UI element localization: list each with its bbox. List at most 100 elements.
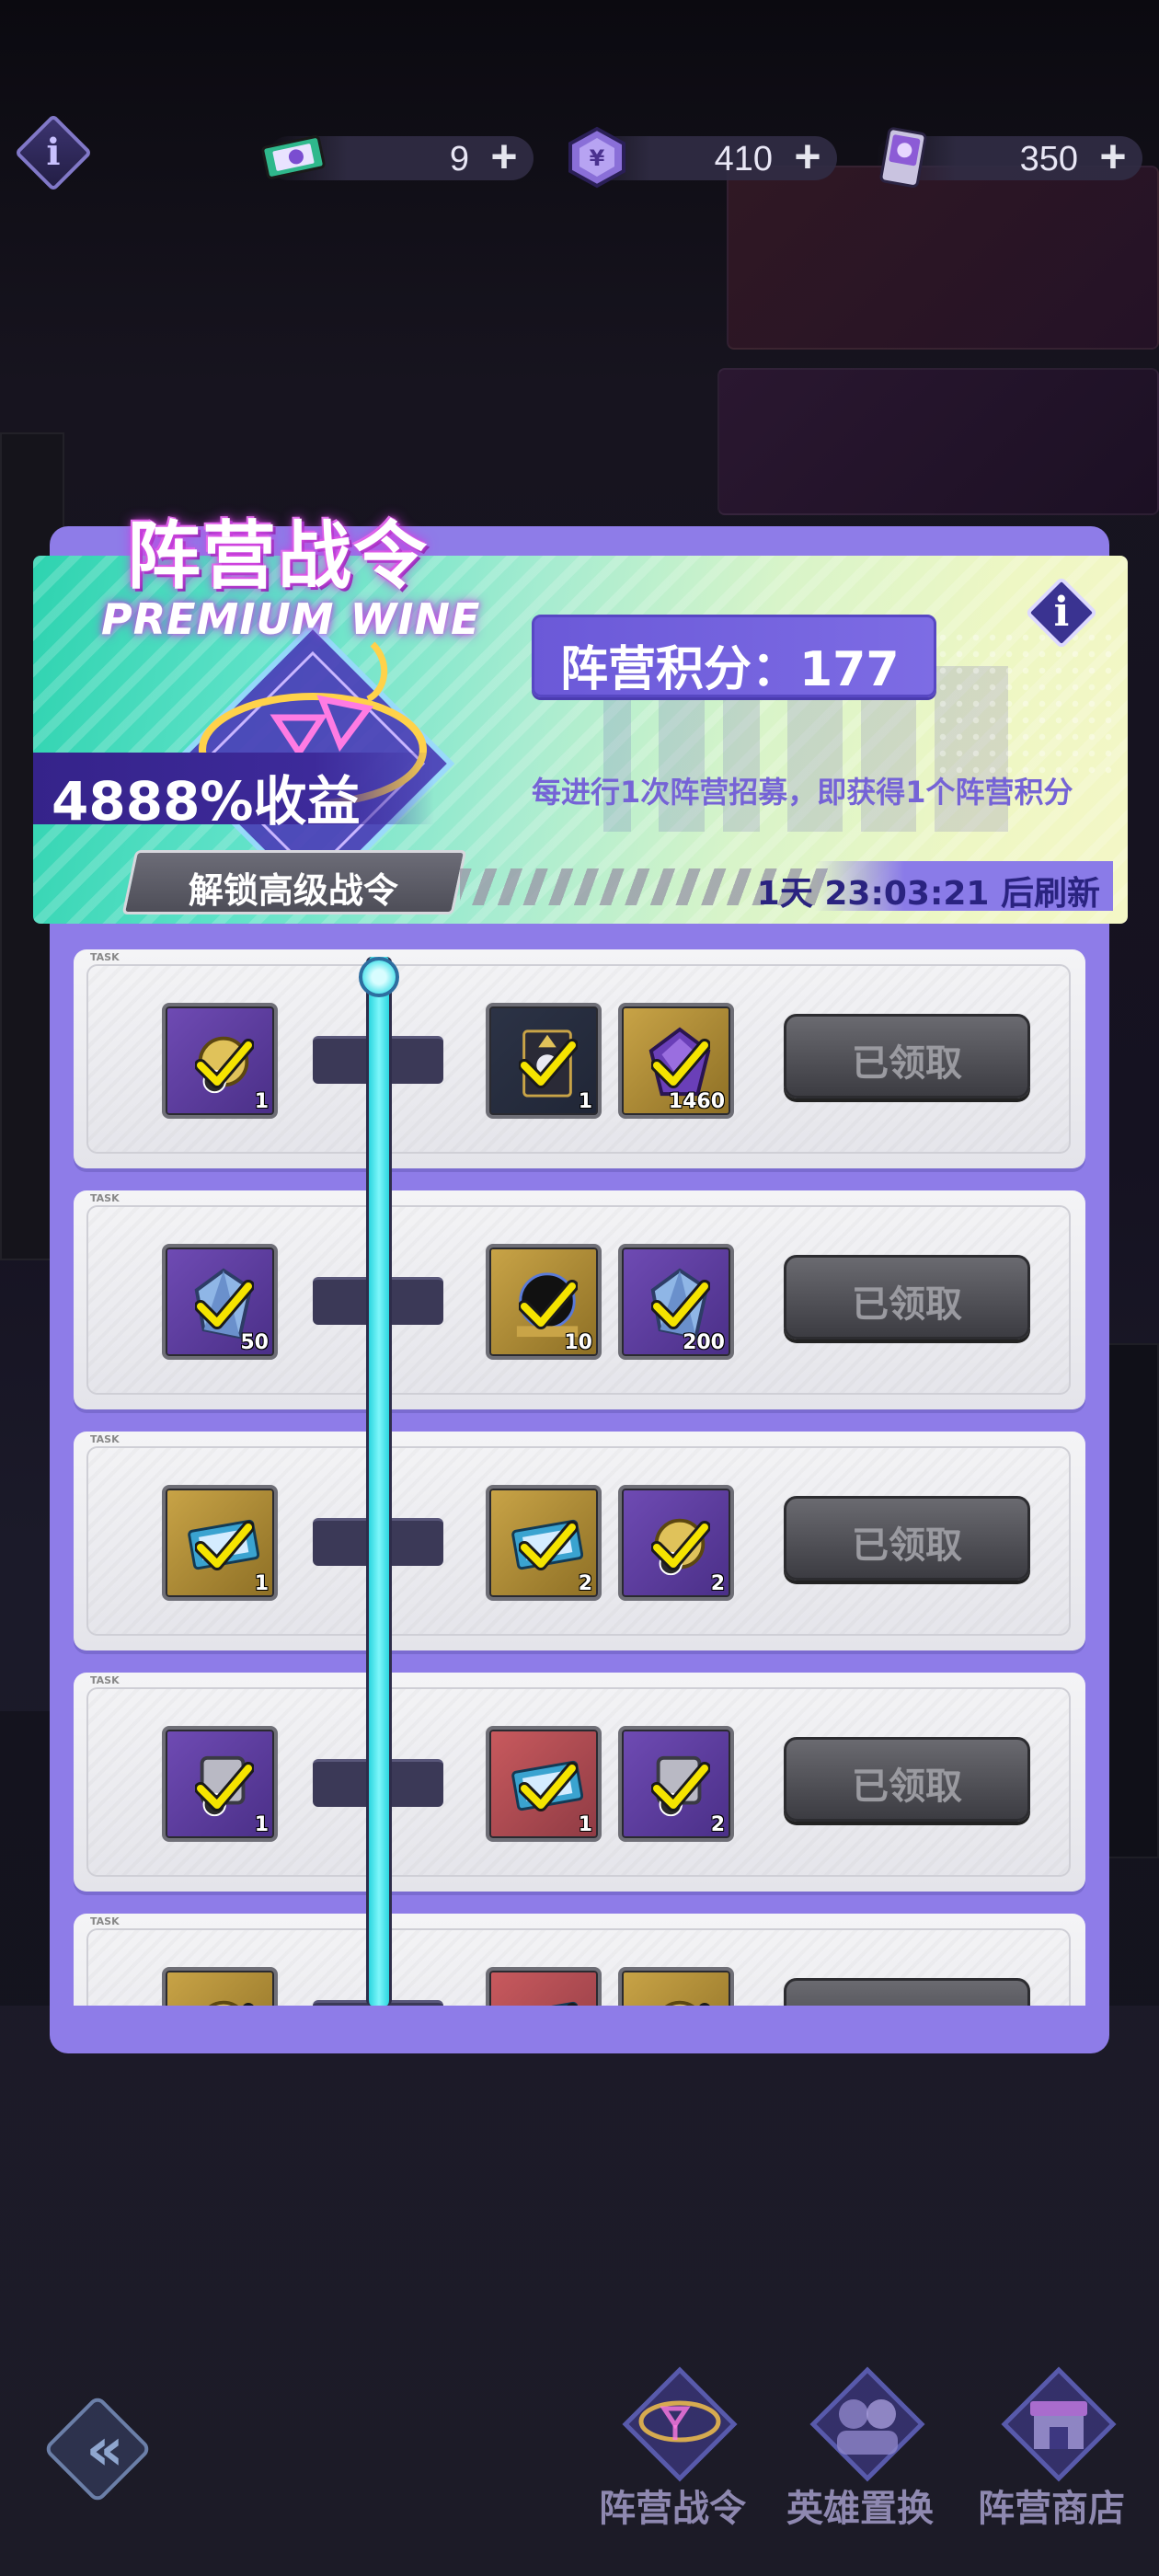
nav-faction-shop[interactable]: 阵营商店 <box>964 2364 1139 2530</box>
currency-card: 350 + <box>876 127 1142 188</box>
nav-label: 英雄置换 <box>786 2488 934 2530</box>
info-glyph: i <box>46 131 61 174</box>
reward-item[interactable] <box>162 1967 278 2006</box>
task-tag: TASK <box>90 1192 120 1204</box>
back-button[interactable]: « <box>42 2394 153 2504</box>
add-ticket-button[interactable]: + <box>484 133 524 179</box>
reward-count: 1 <box>578 1090 592 1113</box>
currency-ticket: 9 + <box>261 133 534 180</box>
level-progress-track <box>366 957 392 2006</box>
reward-row: TASK <box>74 1914 1085 2006</box>
claimed-label: 已领取 <box>852 1524 962 1567</box>
reward-count: 1 <box>254 1572 269 1595</box>
info-glyph: i <box>1053 589 1070 636</box>
add-faction-coin-button[interactable]: + <box>787 133 828 179</box>
claimed-button[interactable]: 已领取 <box>784 1255 1030 1340</box>
reward-count: 2 <box>578 1572 592 1595</box>
reward-count: 10 <box>564 1331 592 1354</box>
battle-pass-title: 阵营战令 <box>127 513 429 599</box>
bg-panel <box>717 368 1159 515</box>
reward-item[interactable]: 200 <box>618 1244 734 1360</box>
faction-points-text: 阵营积分：177 <box>560 642 900 697</box>
reward-count: 1 <box>254 1090 269 1113</box>
reward-list[interactable]: TASK1011460已领取TASK50210200已领取TASK1422已领取… <box>50 929 1109 2006</box>
claimed-check-icon <box>195 1521 254 1570</box>
reward-item[interactable]: 1 <box>486 1003 602 1119</box>
claimed-check-icon <box>195 1762 254 1811</box>
refresh-timer: 1天 23:03:21 后刷新 <box>757 861 1113 913</box>
currency-value: 350 <box>1019 140 1078 178</box>
claimed-check-icon <box>519 1280 578 1329</box>
reward-row: TASK50210200已领取 <box>74 1190 1085 1409</box>
faction-coin-icon: ¥ <box>568 126 625 189</box>
claimed-check-icon <box>195 1280 254 1329</box>
yield-badge: 4888%收益 <box>33 753 434 833</box>
claimed-button[interactable]: 已领取 <box>784 1496 1030 1581</box>
back-glyph: « <box>86 2416 123 2484</box>
reward-item[interactable] <box>618 1967 734 2006</box>
reward-count: 1460 <box>668 1090 725 1113</box>
points-rule-text: 每进行1次阵营招募，即获得1个阵营积分 <box>532 775 1073 810</box>
reward-row: TASK1612已领取 <box>74 1673 1085 1892</box>
heroes-swap-icon <box>809 2366 925 2482</box>
claimed-button[interactable]: 已领取 <box>784 1014 1030 1098</box>
card-icon <box>879 127 927 188</box>
nav-label: 阵营战令 <box>599 2488 746 2530</box>
unlock-premium-label: 解锁高级战令 <box>188 870 398 911</box>
reward-item[interactable]: 10 <box>486 1244 602 1360</box>
reward-count: 2 <box>710 1813 725 1836</box>
unlock-premium-button[interactable]: 解锁高级战令 <box>121 850 467 914</box>
reward-count: 50 <box>240 1331 269 1354</box>
level-progress-knob <box>359 957 399 997</box>
claimed-check-icon <box>651 1762 710 1811</box>
reward-item[interactable]: 50 <box>162 1244 278 1360</box>
nav-label: 阵营商店 <box>978 2488 1125 2530</box>
currency-faction-coin: ¥ 410 + <box>568 126 837 189</box>
reward-item[interactable]: 1 <box>162 1726 278 1842</box>
yield-text: 4888%收益 <box>52 770 361 833</box>
info-button[interactable]: i <box>14 113 93 192</box>
task-tag: TASK <box>90 1674 120 1686</box>
claimed-check-icon <box>651 1521 710 1570</box>
claimed-check-icon <box>567 2003 578 2006</box>
reward-item[interactable]: 2 <box>618 1485 734 1601</box>
claimed-button[interactable]: 已领取 <box>784 1737 1030 1822</box>
reward-count: 200 <box>683 1331 725 1354</box>
reward-row: TASK1011460已领取 <box>74 949 1085 1168</box>
reward-item[interactable]: 1460 <box>618 1003 734 1119</box>
task-tag: TASK <box>90 951 120 963</box>
banner-dots <box>935 629 1119 776</box>
reward-item[interactable]: 2 <box>618 1726 734 1842</box>
claimed-check-icon <box>651 1280 710 1329</box>
ticket-icon <box>261 135 326 179</box>
claimed-label: 已领取 <box>852 1042 962 1085</box>
refresh-timer-text: 1天 23:03:21 后刷新 <box>756 875 1100 913</box>
currency-value: 9 <box>449 140 469 178</box>
reward-item[interactable]: 2 <box>486 1485 602 1601</box>
reward-item[interactable]: 1 <box>162 1485 278 1601</box>
claimed-button[interactable] <box>784 1978 1030 2006</box>
claimed-label: 已领取 <box>852 1283 962 1326</box>
svg-text:¥: ¥ <box>590 145 605 171</box>
nav-battle-pass[interactable]: 阵营战令 <box>585 2364 760 2530</box>
task-tag: TASK <box>90 1433 120 1445</box>
reward-item[interactable]: 1 <box>162 1003 278 1119</box>
claimed-check-icon <box>519 1521 578 1570</box>
reward-item[interactable] <box>486 1967 602 2006</box>
claimed-label: 已领取 <box>852 1765 962 1808</box>
claimed-check-icon <box>651 1039 710 1088</box>
banner-info-button[interactable]: i <box>1025 576 1098 650</box>
currency-value: 410 <box>714 140 773 178</box>
task-tag: TASK <box>90 1915 120 1927</box>
claimed-check-icon <box>699 2003 710 2006</box>
nav-hero-swap[interactable]: 英雄置换 <box>773 2364 947 2530</box>
claimed-check-icon <box>195 1039 254 1088</box>
reward-count: 2 <box>710 1572 725 1595</box>
reward-item[interactable]: 1 <box>486 1726 602 1842</box>
battle-pass-subtitle: PREMIUM WINE <box>101 594 481 644</box>
reward-row: TASK1422已领取 <box>74 1432 1085 1650</box>
bg-panel <box>727 166 1159 350</box>
add-card-button[interactable]: + <box>1093 133 1133 179</box>
reward-count: 1 <box>254 1813 269 1836</box>
cocktail-icon <box>622 2366 738 2482</box>
